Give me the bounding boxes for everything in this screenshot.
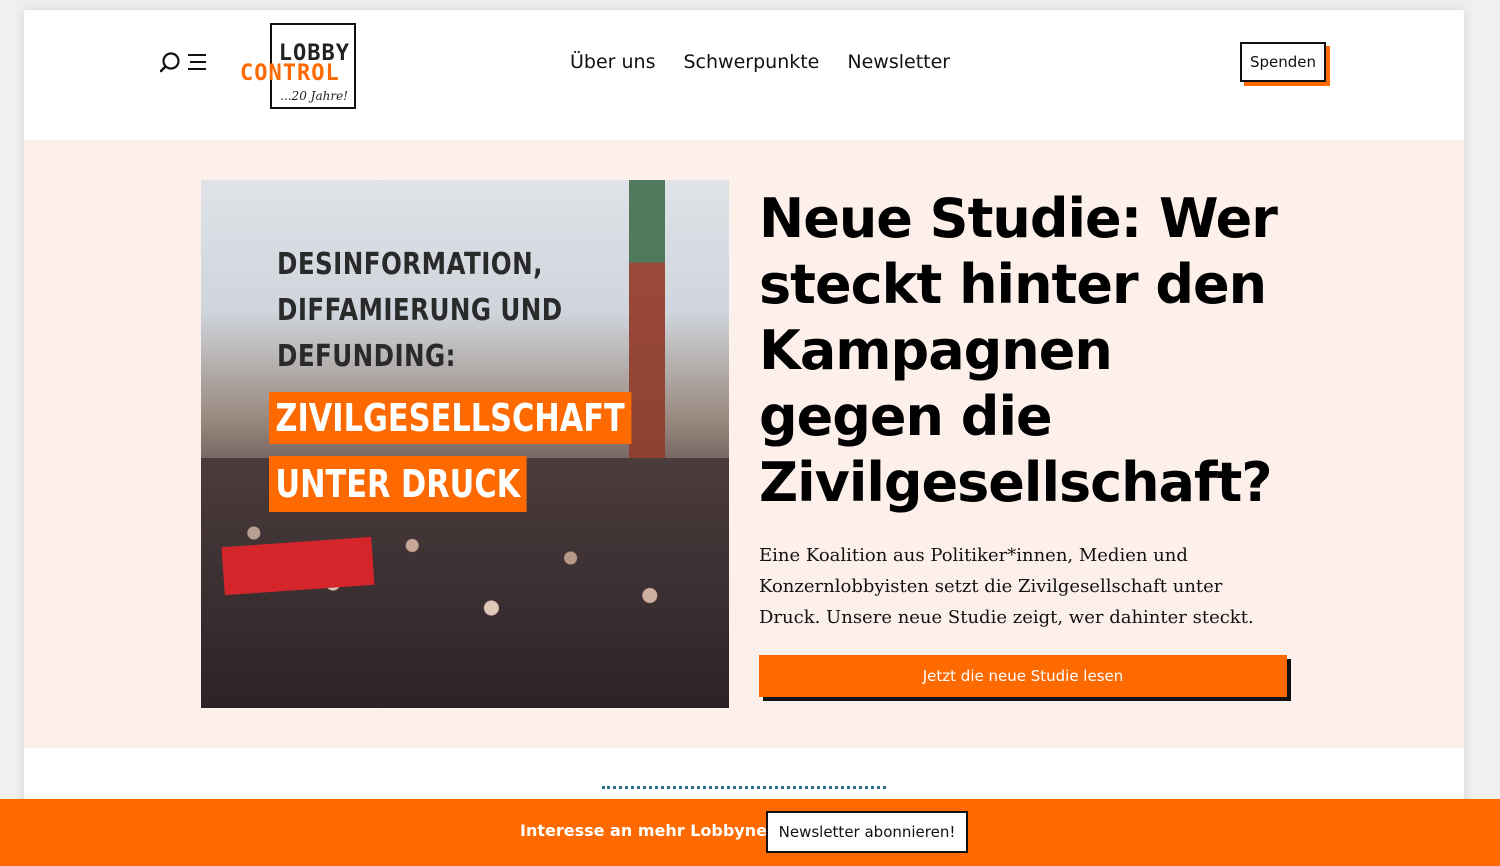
newsletter-bar: Interesse an mehr Lobbynews? Newsletter … xyxy=(0,799,1500,866)
nav-item-ueber-uns[interactable]: Über uns xyxy=(570,50,656,74)
hero-image-line2: DIFFAMIERUNG UND xyxy=(277,293,563,328)
search-menu-toggle[interactable] xyxy=(159,50,210,76)
site-header: LOBBY CONTROL ...20 Jahre! Über uns Schw… xyxy=(24,10,1464,140)
hero-image-line1: DESINFORMATION, xyxy=(277,247,543,282)
hero-image-highlight1: ZIVILGESELLSCHAFT xyxy=(269,392,632,444)
nav-item-newsletter[interactable]: Newsletter xyxy=(847,50,950,74)
main-nav: Über uns Schwerpunkte Newsletter xyxy=(570,50,950,74)
hamburger-icon xyxy=(188,54,206,70)
newsletter-subscribe-button[interactable]: Newsletter abonnieren! xyxy=(766,811,968,853)
dotted-divider xyxy=(602,786,886,789)
hero-image-highlight2: UNTER DRUCK xyxy=(269,456,527,512)
hero-title[interactable]: Neue Studie: Wer steckt hinter den Kampa… xyxy=(759,186,1279,516)
lobbycontrol-logo[interactable]: LOBBY CONTROL ...20 Jahre! xyxy=(240,23,356,109)
hero-text: Eine Koalition aus Politiker*innen, Medi… xyxy=(759,545,1254,628)
read-study-button[interactable]: Jetzt die neue Studie lesen xyxy=(759,655,1287,697)
logo-text-control: CONTROL xyxy=(240,61,340,86)
page: LOBBY CONTROL ...20 Jahre! Über uns Schw… xyxy=(24,10,1464,866)
hero-image-headline: DESINFORMATION, DIFFAMIERUNG UND DEFUNDI… xyxy=(277,242,563,380)
hero-section: DESINFORMATION, DIFFAMIERUNG UND DEFUNDI… xyxy=(24,140,1464,748)
search-icon xyxy=(159,52,206,73)
newsletter-question: Interesse an mehr Lobbynews? xyxy=(520,821,801,840)
hero-image-line3: DEFUNDING: xyxy=(277,339,456,374)
logo-tagline: ...20 Jahre! xyxy=(280,89,348,103)
hero-image[interactable]: DESINFORMATION, DIFFAMIERUNG UND DEFUNDI… xyxy=(201,180,729,708)
nav-item-schwerpunkte[interactable]: Schwerpunkte xyxy=(684,50,820,74)
donate-button[interactable]: Spenden xyxy=(1240,42,1326,82)
